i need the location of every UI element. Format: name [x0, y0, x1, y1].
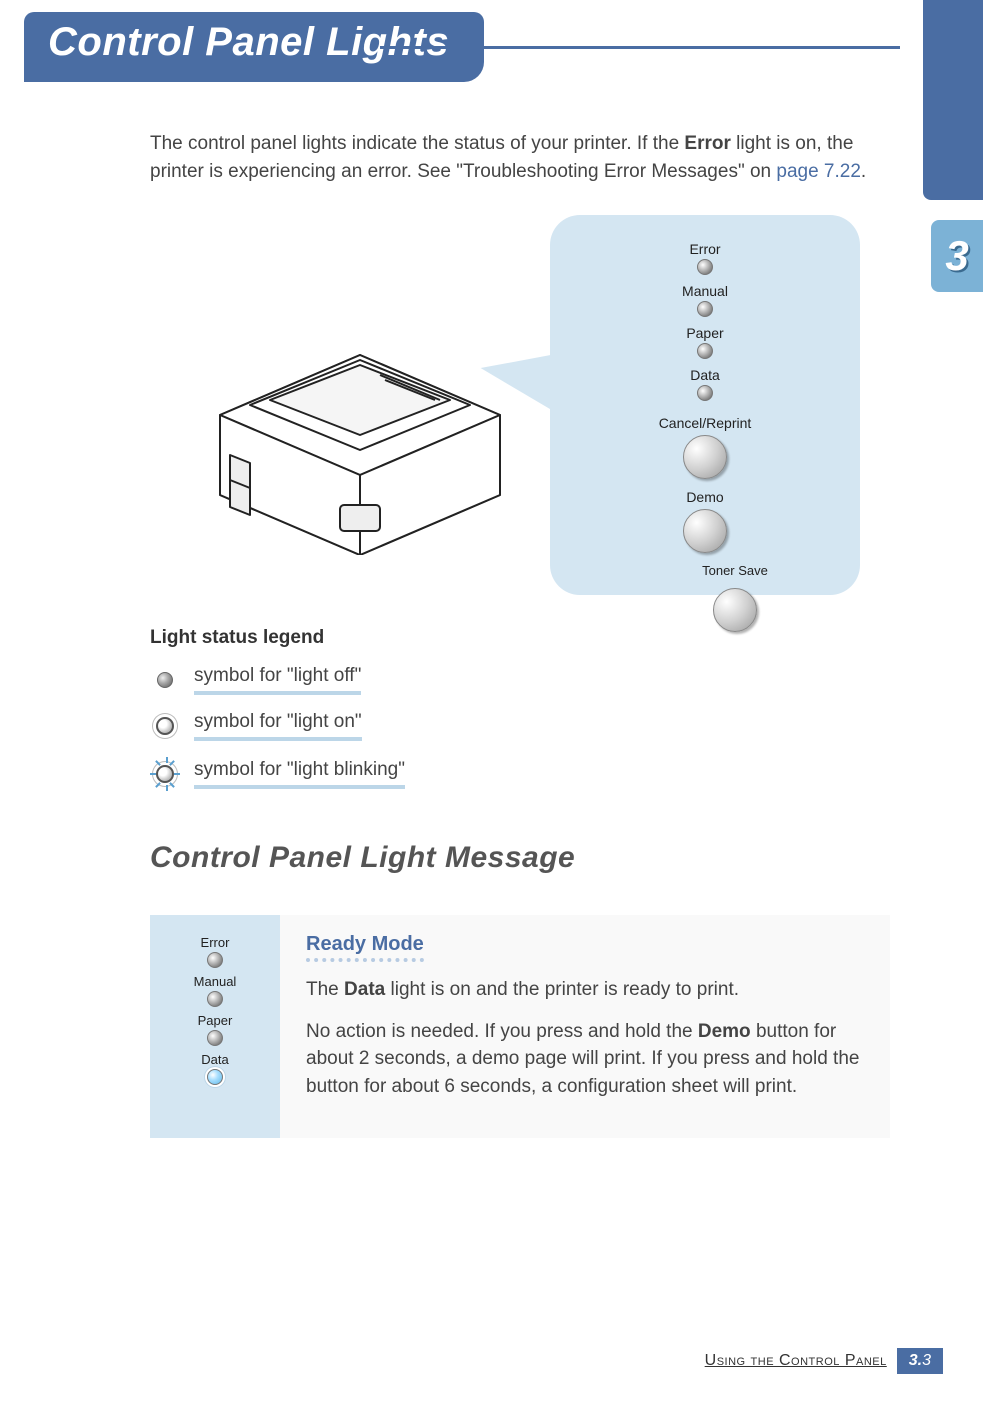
- page-footer: Using the Control Panel 3.3: [705, 1348, 943, 1374]
- led-icon: [697, 385, 713, 401]
- button-label-demo: Demo: [686, 489, 723, 505]
- message-main: Ready Mode The Data light is on and the …: [280, 915, 890, 1138]
- intro-bold-error: Error: [684, 133, 730, 154]
- toner-save-button[interactable]: [713, 588, 757, 632]
- section-heading: Control Panel Light Message: [150, 841, 900, 875]
- msg-p1-bold: Data: [344, 979, 385, 1000]
- header-right-bar: [923, 0, 983, 200]
- legend-row-on: symbol for "light on": [150, 711, 900, 741]
- led-label-paper: Paper: [570, 325, 840, 341]
- cancel-reprint-button[interactable]: [683, 435, 727, 479]
- led-icon: [697, 259, 713, 275]
- side-led-label-error: Error: [160, 935, 270, 950]
- page-link[interactable]: page 7.22: [776, 161, 861, 182]
- led-icon: [697, 301, 713, 317]
- led-label-data: Data: [570, 367, 840, 383]
- light-off-icon: [150, 672, 180, 688]
- demo-button[interactable]: [683, 509, 727, 553]
- led-label-manual: Manual: [570, 283, 840, 299]
- msg-p1-c: light is on and the printer is ready to …: [385, 979, 739, 1000]
- message-box: Error Manual Paper Data Ready Mode The D…: [150, 915, 890, 1138]
- light-blink-icon: [150, 757, 180, 791]
- printer-illustration: [180, 275, 540, 560]
- page-title: Control Panel Lights: [48, 20, 449, 65]
- button-label-cancel: Cancel/Reprint: [659, 415, 752, 431]
- footer-page-number: 3.3: [897, 1348, 943, 1374]
- intro-text-3: .: [861, 161, 866, 182]
- led-label-error: Error: [570, 241, 840, 257]
- printer-figure: Error Manual Paper Data Cancel/Reprint D…: [150, 215, 900, 615]
- msg-p1-a: The: [306, 979, 344, 1000]
- footer-section-name: Using the Control Panel: [705, 1352, 897, 1370]
- led-icon: [697, 343, 713, 359]
- led-icon: [207, 1030, 223, 1046]
- legend-row-blink: symbol for "light blinking": [150, 757, 900, 791]
- legend-off-text: symbol for "light off": [194, 665, 361, 695]
- light-on-icon: [150, 717, 180, 735]
- legend-row-off: symbol for "light off": [150, 665, 900, 695]
- led-on-icon: [207, 1069, 223, 1085]
- legend-blink-text: symbol for "light blinking": [194, 759, 405, 789]
- msg-p2-a: No action is needed. If you press and ho…: [306, 1021, 698, 1042]
- chapter-thumb-tab: 3: [931, 220, 983, 292]
- legend-on-text: symbol for "light on": [194, 711, 362, 741]
- side-led-label-manual: Manual: [160, 974, 270, 989]
- message-paragraph-1: The Data light is on and the printer is …: [306, 976, 864, 1004]
- intro-text-1: The control panel lights indicate the st…: [150, 133, 684, 154]
- control-panel-callout: Error Manual Paper Data Cancel/Reprint D…: [550, 215, 860, 595]
- footer-pagenum: 3: [922, 1352, 931, 1369]
- message-paragraph-2: No action is needed. If you press and ho…: [306, 1018, 864, 1101]
- side-led-label-paper: Paper: [160, 1013, 270, 1028]
- message-heading: Ready Mode: [306, 933, 424, 962]
- button-label-toner: Toner Save: [702, 563, 768, 578]
- footer-chapter: 3.: [909, 1352, 922, 1369]
- led-icon: [207, 952, 223, 968]
- led-icon: [207, 991, 223, 1007]
- side-led-label-data: Data: [160, 1052, 270, 1067]
- chapter-number: 3: [945, 232, 968, 280]
- header-underline: [380, 46, 900, 49]
- intro-paragraph: The control panel lights indicate the st…: [150, 130, 900, 185]
- msg-p2-bold: Demo: [698, 1021, 751, 1042]
- message-side-panel: Error Manual Paper Data: [150, 915, 280, 1138]
